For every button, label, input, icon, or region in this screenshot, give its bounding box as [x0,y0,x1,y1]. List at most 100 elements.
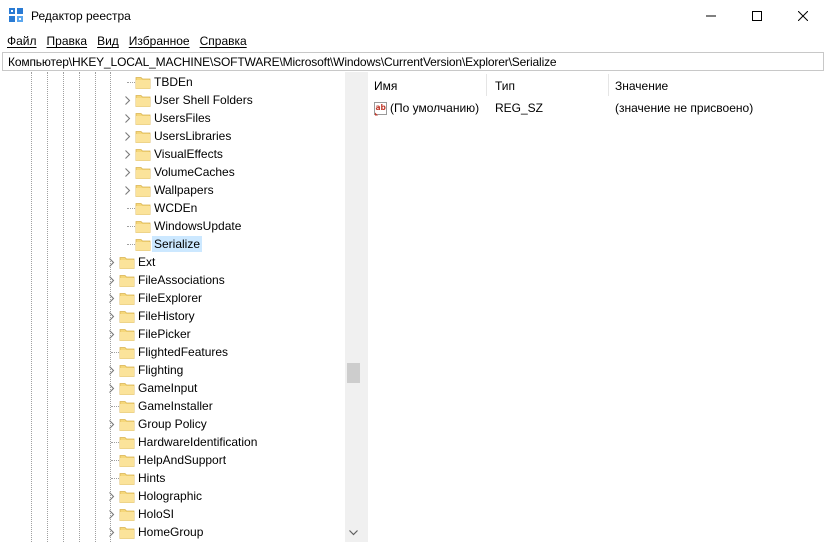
tree-item-label[interactable]: FlightedFeatures [136,344,230,360]
tree-item[interactable]: Serialize [2,235,342,253]
tree-scrollbar[interactable] [345,72,362,542]
tree-item-label[interactable]: FilePicker [136,326,193,342]
tree-item-label[interactable]: TBDEn [152,74,195,90]
chevron-right-icon[interactable] [107,311,116,321]
tree-item-label[interactable]: FileHistory [136,308,197,324]
menu-help[interactable]: Справка [195,31,252,51]
tree-item[interactable]: VolumeCaches [2,163,342,181]
chevron-right-icon[interactable] [107,365,116,375]
tree-item[interactable]: Ext [2,253,342,271]
tree-item[interactable]: GameInstaller [2,397,342,415]
tree-item-label[interactable]: HoloSI [136,506,176,522]
tree-item-label[interactable]: WCDEn [152,200,199,216]
tree-item-label[interactable]: Wallpapers [152,182,216,198]
menu-view[interactable]: Вид [92,31,124,51]
tree-scrollbar-thumb[interactable] [347,363,360,383]
tree-item-label[interactable]: VolumeCaches [152,164,237,180]
values-list[interactable]: Имя Тип Значение ab (По умолчанию) REG_S… [368,72,826,542]
tree-item[interactable]: HomeGroup [2,523,342,541]
tree-item-label[interactable]: Ext [136,254,157,270]
chevron-right-icon[interactable] [107,419,116,429]
tree-item[interactable]: HoloSI [2,505,342,523]
tree-item[interactable]: User Shell Folders [2,91,342,109]
tree-item-label[interactable]: GameInstaller [136,398,215,414]
tree-item-label[interactable]: Flighting [136,362,185,378]
chevron-right-icon[interactable] [107,509,116,519]
tree-item[interactable]: Flighting [2,361,342,379]
folder-icon [135,236,151,252]
tree-item-label[interactable]: FileExplorer [136,290,204,306]
tree-item[interactable]: Hints [2,469,342,487]
list-item[interactable]: ab (По умолчанию) REG_SZ (значение не пр… [368,99,826,117]
tree-item[interactable]: HardwareIdentification [2,433,342,451]
tree-item-label[interactable]: User Shell Folders [152,92,255,108]
chevron-right-icon[interactable] [107,527,116,537]
tree-item-label[interactable]: FileAssociations [136,272,227,288]
svg-text:ab: ab [376,103,387,112]
column-header-value[interactable]: Значение [609,72,668,98]
title-bar[interactable]: Редактор реестра [0,0,826,31]
key-tree[interactable]: TBDEn User Shell Folders UsersFiles UsersLi… [2,72,362,542]
tree-item-label[interactable]: UsersLibraries [152,128,233,144]
scroll-down-button[interactable] [345,524,362,541]
tree-item[interactable]: FlightedFeatures [2,343,342,361]
tree-item[interactable]: FilePicker [2,325,342,343]
close-button[interactable] [780,0,826,31]
chevron-right-icon[interactable] [107,383,116,393]
tree-item[interactable]: UsersFiles [2,109,342,127]
tree-item[interactable]: Wallpapers [2,181,342,199]
chevron-right-icon[interactable] [107,293,116,303]
chevron-right-icon[interactable] [107,257,116,267]
tree-item-label[interactable]: WindowsUpdate [152,218,243,234]
chevron-right-icon[interactable] [123,167,132,177]
tree-item-label[interactable]: Group Policy [136,416,209,432]
chevron-right-icon[interactable] [123,95,132,105]
window-title: Редактор реестра [31,9,131,23]
tree-item[interactable]: Holographic [2,487,342,505]
column-header-name[interactable]: Имя [368,72,397,98]
tree-connector [127,208,135,209]
folder-icon [135,146,151,162]
tree-item[interactable]: UsersLibraries [2,127,342,145]
tree-item-label[interactable]: GameInput [136,380,199,396]
maximize-button[interactable] [734,0,780,31]
address-path[interactable]: Компьютер\HKEY_LOCAL_MACHINE\SOFTWARE\Mi… [8,55,557,69]
tree-item[interactable]: FileExplorer [2,289,342,307]
tree-item-label[interactable]: Holographic [136,488,204,504]
minimize-button[interactable] [688,0,734,31]
tree-item[interactable]: WindowsUpdate [2,217,342,235]
tree-item[interactable]: TBDEn [2,73,342,91]
chevron-right-icon[interactable] [107,275,116,285]
chevron-right-icon[interactable] [123,113,132,123]
tree-item[interactable]: VisualEffects [2,145,342,163]
value-type: REG_SZ [495,101,544,115]
folder-icon [135,164,151,180]
list-header: Имя Тип Значение [368,72,826,98]
tree-item-label[interactable]: HardwareIdentification [136,434,259,450]
tree-item-label[interactable]: Hints [136,470,167,486]
chevron-right-icon[interactable] [123,185,132,195]
column-divider[interactable] [486,74,487,96]
tree-item-label[interactable]: UsersFiles [152,110,213,126]
column-header-type[interactable]: Тип [489,72,515,98]
tree-connector [111,406,119,407]
chevron-right-icon[interactable] [107,491,116,501]
chevron-right-icon[interactable] [107,329,116,339]
menu-file[interactable]: Файл [2,31,42,51]
menu-edit[interactable]: Правка [42,31,93,51]
tree-item[interactable]: HelpAndSupport [2,451,342,469]
tree-item[interactable]: GameInput [2,379,342,397]
tree-item[interactable]: FileAssociations [2,271,342,289]
tree-item-label[interactable]: VisualEffects [152,146,225,162]
tree-item[interactable]: Group Policy [2,415,342,433]
tree-item[interactable]: FileHistory [2,307,342,325]
chevron-right-icon[interactable] [123,131,132,141]
menu-favorites[interactable]: Избранное [124,31,195,51]
tree-item-label[interactable]: Serialize [152,236,203,252]
chevron-right-icon[interactable] [123,149,132,159]
tree-item-label[interactable]: HelpAndSupport [136,452,228,468]
tree-item-label[interactable]: HomeGroup [136,524,205,540]
tree-item[interactable]: WCDEn [2,199,342,217]
address-bar[interactable]: Компьютер\HKEY_LOCAL_MACHINE\SOFTWARE\Mi… [2,52,824,71]
folder-icon [135,110,151,126]
